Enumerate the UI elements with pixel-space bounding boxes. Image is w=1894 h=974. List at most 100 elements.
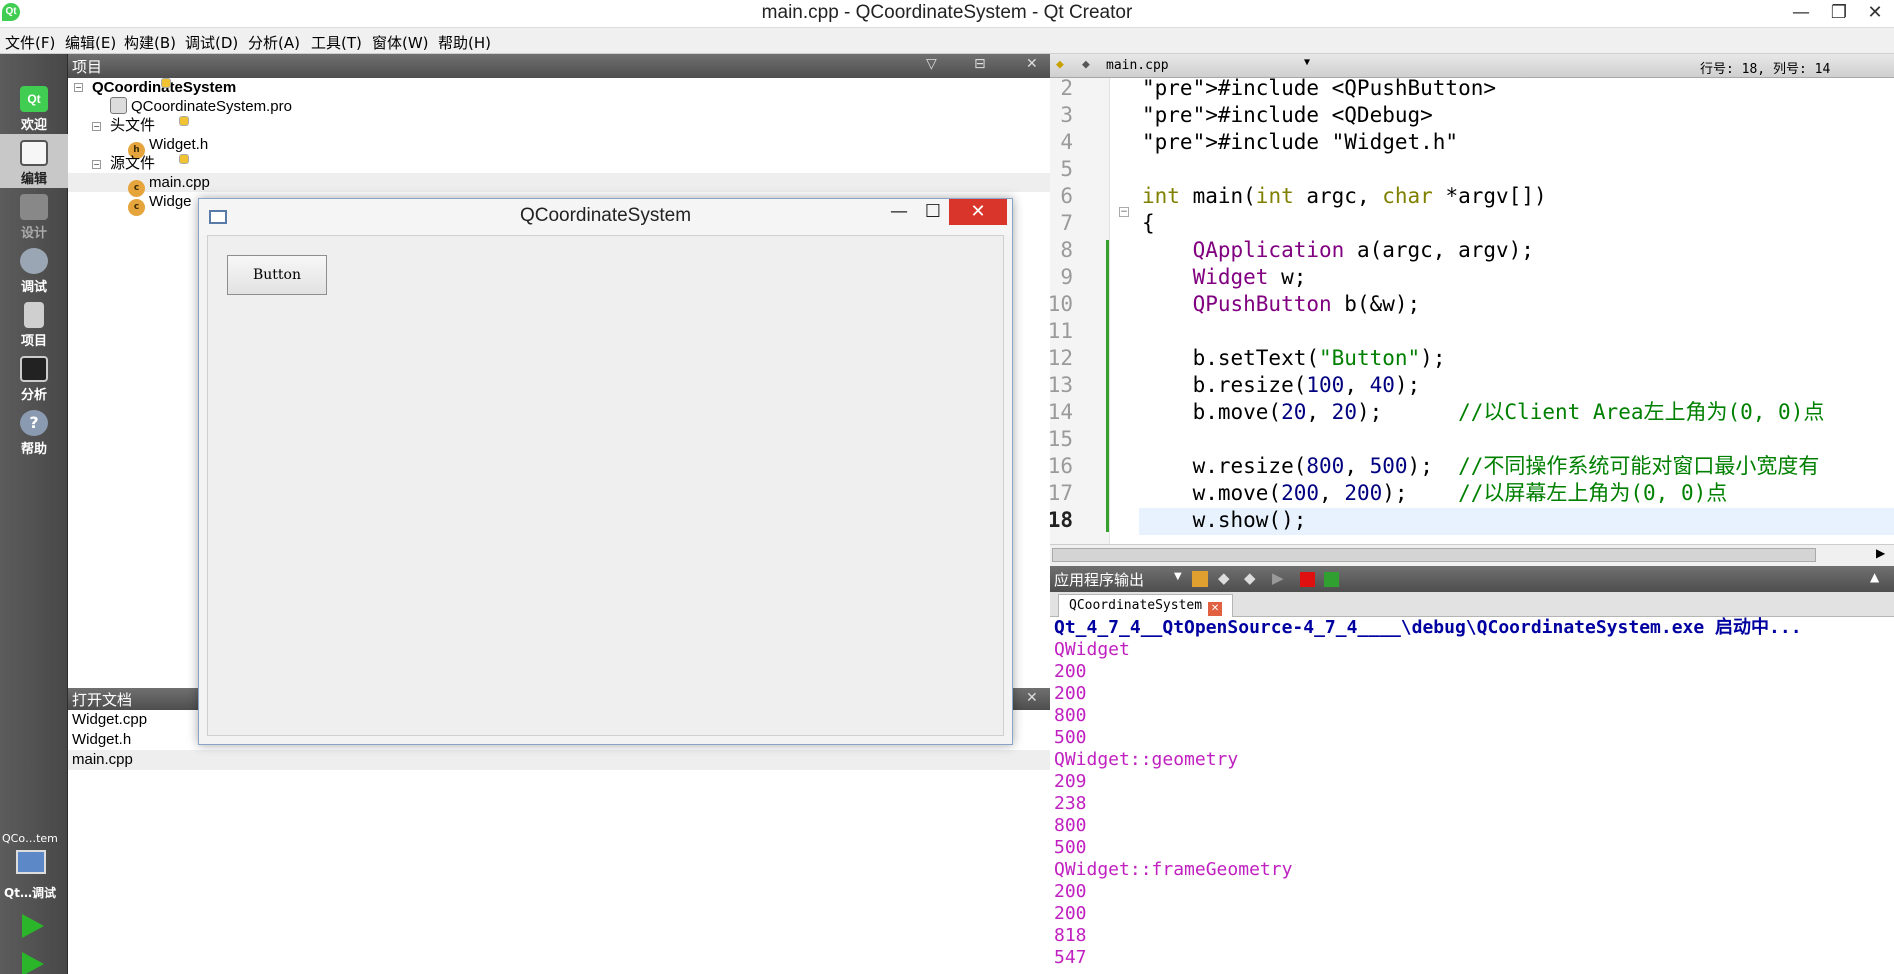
mode-label: 欢迎 <box>20 118 47 133</box>
maximize-panel-icon[interactable]: ▲ <box>1870 570 1879 584</box>
scroll-right-icon[interactable]: ▶ <box>1876 546 1885 560</box>
close-panel-icon[interactable]: ✕ <box>1026 690 1038 706</box>
code-line: { <box>1142 211 1155 235</box>
tree-label: 源文件 <box>110 155 156 172</box>
horizontal-scrollbar[interactable]: ▶ <box>1050 544 1894 566</box>
mode-help[interactable]: ? 帮助 <box>0 404 68 458</box>
tree-item-sources[interactable]: 源文件 <box>110 154 189 173</box>
line-number: 5 <box>1060 157 1073 181</box>
tree-item-project[interactable]: QCoordinateSystem <box>92 78 236 97</box>
project-icon <box>24 302 44 328</box>
mode-analyze[interactable]: 分析 <box>0 350 68 404</box>
application-output-header: 应用程序输出 ▼ ◆ ◆ ▶ ▲ <box>1050 566 1894 592</box>
output-line: 200 <box>1054 661 1087 682</box>
maximize-button[interactable]: ❐ <box>1822 0 1856 26</box>
debug-icon <box>20 248 48 274</box>
output-line: QWidget::frameGeometry <box>1054 859 1293 880</box>
collapse-icon[interactable]: − <box>92 160 101 169</box>
line-number: 18 <box>1050 508 1073 532</box>
collapse-icon[interactable]: − <box>74 83 83 92</box>
application-output: Qt_4_7_4__QtOpenSource-4_7_4____\debug\Q… <box>1050 617 1894 974</box>
mode-design[interactable]: 设计 <box>0 188 68 242</box>
projects-panel-header: 项目 ▽ ⊟ ✕ <box>68 54 1050 78</box>
stop-icon[interactable] <box>1300 572 1315 587</box>
output-line: 800 <box>1054 705 1087 726</box>
tree-label: 头文件 <box>110 117 156 134</box>
line-number: 4 <box>1060 130 1073 154</box>
fold-marker-icon[interactable]: − <box>1119 207 1129 217</box>
mode-edit[interactable]: 编辑 <box>0 134 68 188</box>
filter-icon[interactable]: ▽ <box>926 56 937 72</box>
collapse-icon[interactable]: − <box>92 122 101 131</box>
client-area: Button <box>207 235 1004 736</box>
attach-icon[interactable] <box>1324 572 1339 587</box>
design-icon <box>20 194 48 220</box>
menu-bar: 文件(F) 编辑(E) 构建(B) 调试(D) 分析(A) 工具(T) 窗体(W… <box>0 28 1894 54</box>
back-icon[interactable]: ◆ <box>1056 57 1064 72</box>
mode-debug[interactable]: 调试 <box>0 242 68 296</box>
chevron-down-icon[interactable]: ▼ <box>1304 57 1310 68</box>
mode-label: 设计 <box>20 226 47 241</box>
mode-label: 帮助 <box>20 442 47 457</box>
tree-label: QCoordinateSystem.pro <box>131 98 292 115</box>
tree-item-main-cpp[interactable]: c main.cpp <box>68 173 1050 197</box>
popup-maximize-button[interactable]: ☐ <box>913 199 953 225</box>
chevron-down-icon[interactable]: ▼ <box>1174 571 1182 582</box>
push-button[interactable]: Button <box>227 255 327 295</box>
line-number-gutter: 2 3 4 5 6 7 8 9 10 11 12 13 14 15 16 17 18 <box>1050 78 1110 544</box>
menu-edit[interactable]: 编辑(E) <box>65 32 116 53</box>
code-line: w.move(200, 200); //以屏幕左上角为(0, 0)点 <box>1142 481 1728 505</box>
cpp-file-icon: c <box>128 199 145 216</box>
tree-item-widget-h[interactable]: h Widget.h <box>128 135 209 159</box>
split-icon[interactable]: ⊟ <box>974 56 986 72</box>
menu-analyze[interactable]: 分析(A) <box>248 32 300 53</box>
code-line: b.resize(100, 40); <box>1142 373 1421 397</box>
minimize-button[interactable]: — <box>1784 0 1818 26</box>
file-selector[interactable]: main.cpp <box>1106 58 1169 73</box>
code-editor[interactable]: 2 3 4 5 6 7 8 9 10 11 12 13 14 15 16 17 18 "pre">#includ… <box>1050 78 1894 544</box>
line-number: 14 <box>1050 400 1073 424</box>
close-button[interactable]: ✕ <box>1858 0 1892 26</box>
output-line: 200 <box>1054 683 1087 704</box>
forward-icon[interactable]: ◆ <box>1082 57 1090 72</box>
tree-item-widget-cpp[interactable]: c Widge <box>128 192 192 216</box>
editor-toolbar: ◆ ◆ main.cpp ▼ 行号: 18, 列号: 14 <box>1050 54 1894 78</box>
output-line: 500 <box>1054 837 1087 858</box>
output-line: 200 <box>1054 903 1087 924</box>
popup-close-button[interactable]: ✕ <box>949 199 1007 225</box>
code-line: "pre">#include <QDebug> <box>1142 103 1433 127</box>
open-doc-item[interactable]: main.cpp <box>68 750 1050 770</box>
close-panel-icon[interactable]: ✕ <box>1026 56 1038 72</box>
menu-tools[interactable]: 工具(T) <box>311 32 362 53</box>
menu-window[interactable]: 窗体(W) <box>372 32 429 53</box>
run-icon[interactable] <box>22 914 44 938</box>
cursor-position: 行号: 18, 列号: 14 <box>1700 62 1831 77</box>
window-titlebar: Qt main.cpp - QCoordinateSystem - Qt Cre… <box>0 0 1894 28</box>
output-tab[interactable]: QCoordinateSystem ✕ <box>1058 594 1234 617</box>
output-line: QWidget::geometry <box>1054 749 1239 770</box>
menu-debug[interactable]: 调试(D) <box>185 32 238 53</box>
window-title: main.cpp - QCoordinateSystem - Qt Creato… <box>761 2 1133 23</box>
debug-run-icon[interactable] <box>22 952 44 974</box>
menu-help[interactable]: 帮助(H) <box>438 32 491 53</box>
close-tab-icon[interactable]: ✕ <box>1208 602 1223 616</box>
tree-label: Widget.h <box>149 136 209 153</box>
mode-label: 分析 <box>20 388 47 403</box>
mode-welcome[interactable]: Qt 欢迎 <box>0 80 68 134</box>
menu-build[interactable]: 构建(B) <box>124 32 176 53</box>
next-icon[interactable]: ◆ <box>1244 569 1256 587</box>
prev-icon[interactable]: ◆ <box>1218 569 1230 587</box>
line-number: 15 <box>1050 427 1073 451</box>
rerun-icon[interactable] <box>1192 571 1208 587</box>
tree-item-headers[interactable]: 头文件 <box>110 116 189 135</box>
menu-file[interactable]: 文件(F) <box>5 32 55 53</box>
line-number: 3 <box>1060 103 1073 127</box>
mode-projects[interactable]: 项目 <box>0 296 68 350</box>
kit-selector-icon[interactable] <box>16 850 46 874</box>
output-line: 200 <box>1054 881 1087 902</box>
tree-item-pro-file[interactable]: QCoordinateSystem.pro <box>110 97 292 116</box>
play-icon[interactable]: ▶ <box>1272 569 1284 587</box>
code-line: w.resize(800, 500); //不同操作系统可能对窗口最小宽度有 <box>1142 454 1820 478</box>
output-line: 800 <box>1054 815 1087 836</box>
scroll-thumb[interactable] <box>1052 548 1816 562</box>
